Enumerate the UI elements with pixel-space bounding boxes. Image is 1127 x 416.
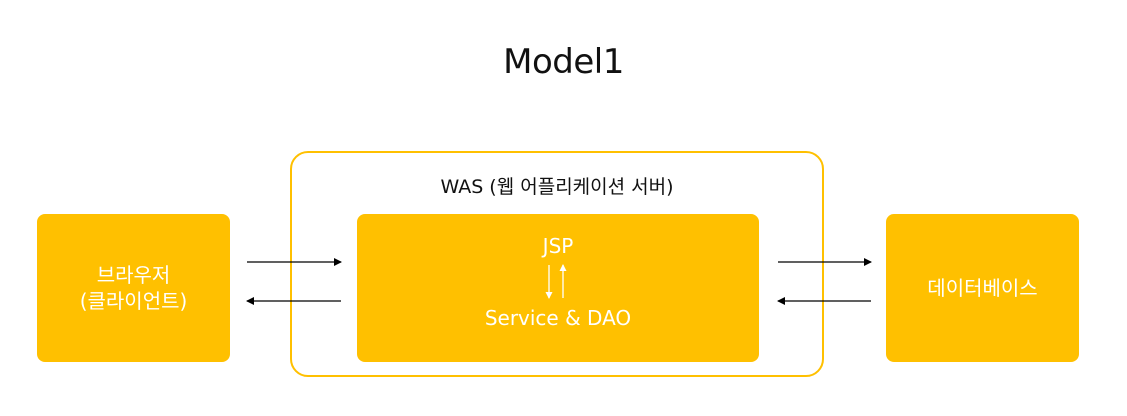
browser-label-line1: 브라우저: [96, 263, 171, 287]
was-title: WAS (웹 어플리케이션 서버): [440, 176, 674, 198]
browser-client-box: 브라우저 (클라이언트): [37, 214, 230, 362]
browser-label-line2: (클라이언트): [79, 289, 188, 313]
service-dao-label: Service & DAO: [484, 306, 632, 330]
browser-client-label: 브라우저 (클라이언트): [37, 262, 230, 314]
jsp-service-box: JSP Service & DAO: [357, 214, 759, 362]
database-label: 데이터베이스: [927, 276, 1038, 300]
diagram-title: Model1: [503, 42, 624, 82]
database-box: 데이터베이스: [886, 214, 1079, 362]
jsp-label: JSP: [542, 234, 574, 258]
